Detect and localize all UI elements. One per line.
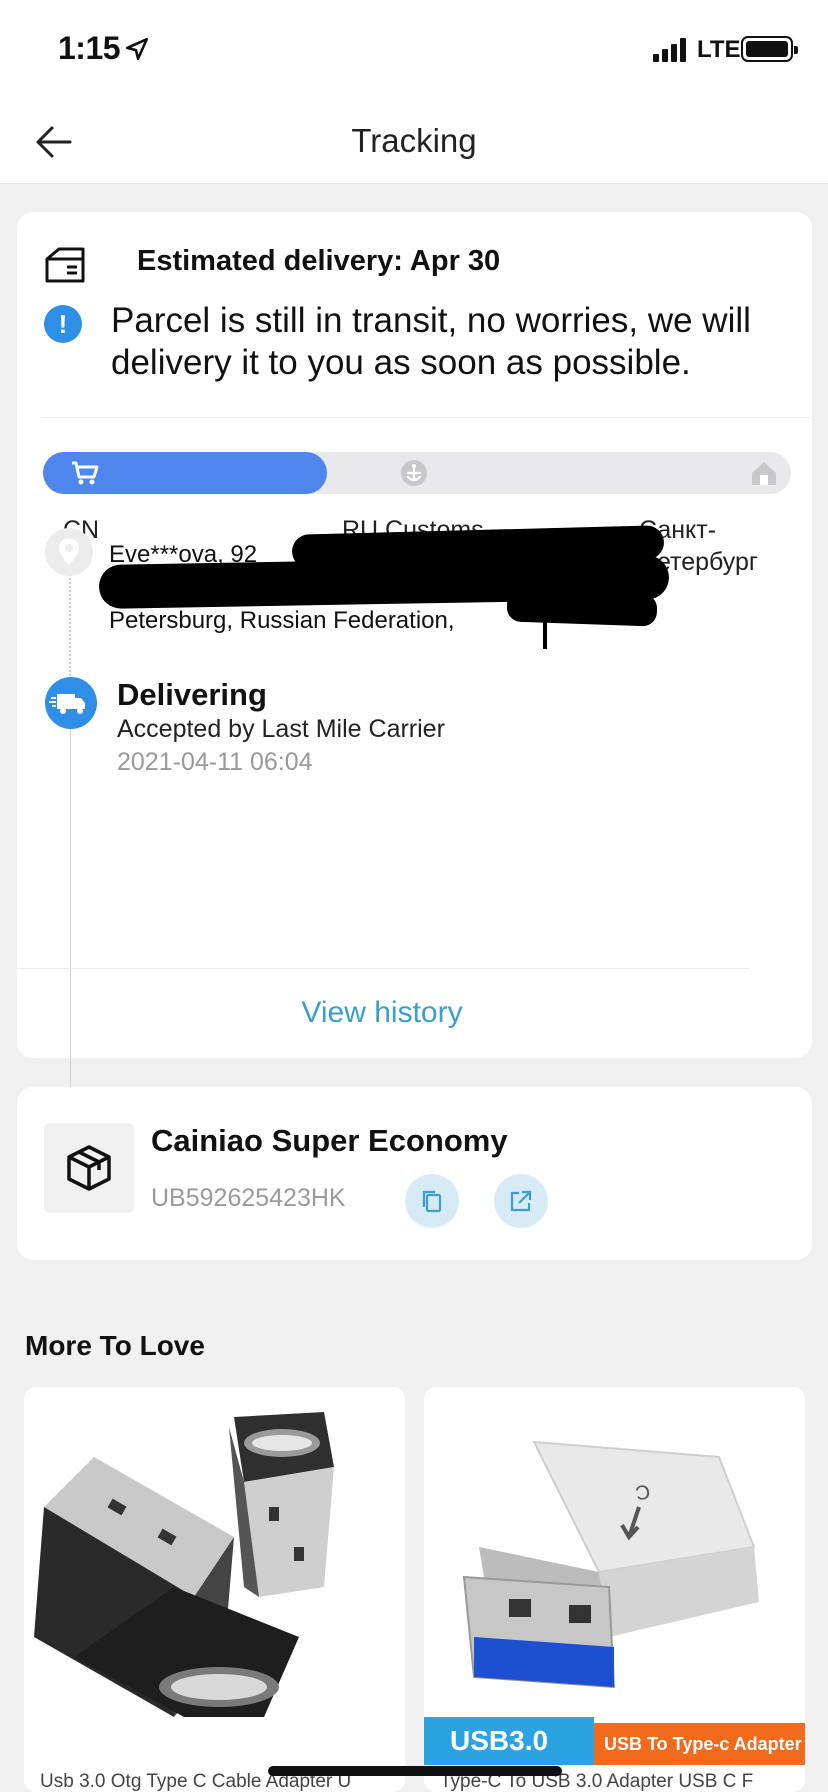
timeline-connector [70,722,71,1147]
copy-tracking-button[interactable] [405,1174,459,1228]
alert-icon: ! [44,305,82,343]
redaction-mark [506,589,658,627]
product-image: C [424,1387,805,1767]
anchor-icon [401,460,427,486]
home-indicator [268,1766,562,1776]
signal-icon [653,38,686,62]
estimated-delivery: Estimated delivery: Apr 30 [137,245,501,277]
event-timestamp: 2021-04-11 06:04 [117,748,313,776]
status-time: 1:15 [58,30,121,66]
battery-icon [741,36,798,62]
location-pin-icon [45,528,93,576]
parcel-box-icon [45,247,85,283]
network-type: LTE [697,36,741,63]
product-badge: USB3.0 [424,1717,594,1765]
timeline-connector [69,567,71,687]
shipment-progress-bar [43,452,791,494]
open-carrier-site-button[interactable] [494,1174,548,1228]
product-card[interactable]: C USB3.0 USB To Type-c Adapter Type-C To… [424,1387,805,1792]
redaction-mark [543,617,547,649]
tracking-number: UB592625423HK [151,1184,346,1212]
package-icon [67,1145,111,1191]
section-title: More To Love [25,1330,205,1361]
status-bar: 1:15 LTE [0,0,828,100]
transit-message: Parcel is still in transit, no worries, … [111,301,751,382]
carrier-name: Cainiao Super Economy [151,1123,508,1158]
carrier-logo [44,1123,134,1213]
carrier-card: Cainiao Super Economy UB592625423HK [17,1087,812,1260]
nav-bar: Tracking [0,100,828,184]
view-history-link[interactable]: View history [17,996,747,1030]
tracking-card: Estimated delivery: Apr 30 ! Parcel is s… [17,212,812,1147]
product-image [24,1387,405,1767]
home-icon [752,462,776,485]
product-card[interactable]: Usb 3.0 Otg Type C Cable Adapter U [24,1387,405,1792]
product-badge: USB To Type-c Adapter [594,1723,805,1765]
delivery-truck-icon [45,677,97,729]
copy-icon [422,1190,442,1213]
page-title: Tracking [351,122,477,159]
event-title: Delivering [117,677,267,712]
divider [42,417,812,418]
external-link-icon [510,1190,532,1212]
cart-icon [72,461,99,485]
divider [17,968,750,969]
location-arrow-icon [125,37,149,61]
event-description: Accepted by Last Mile Carrier [117,715,445,743]
